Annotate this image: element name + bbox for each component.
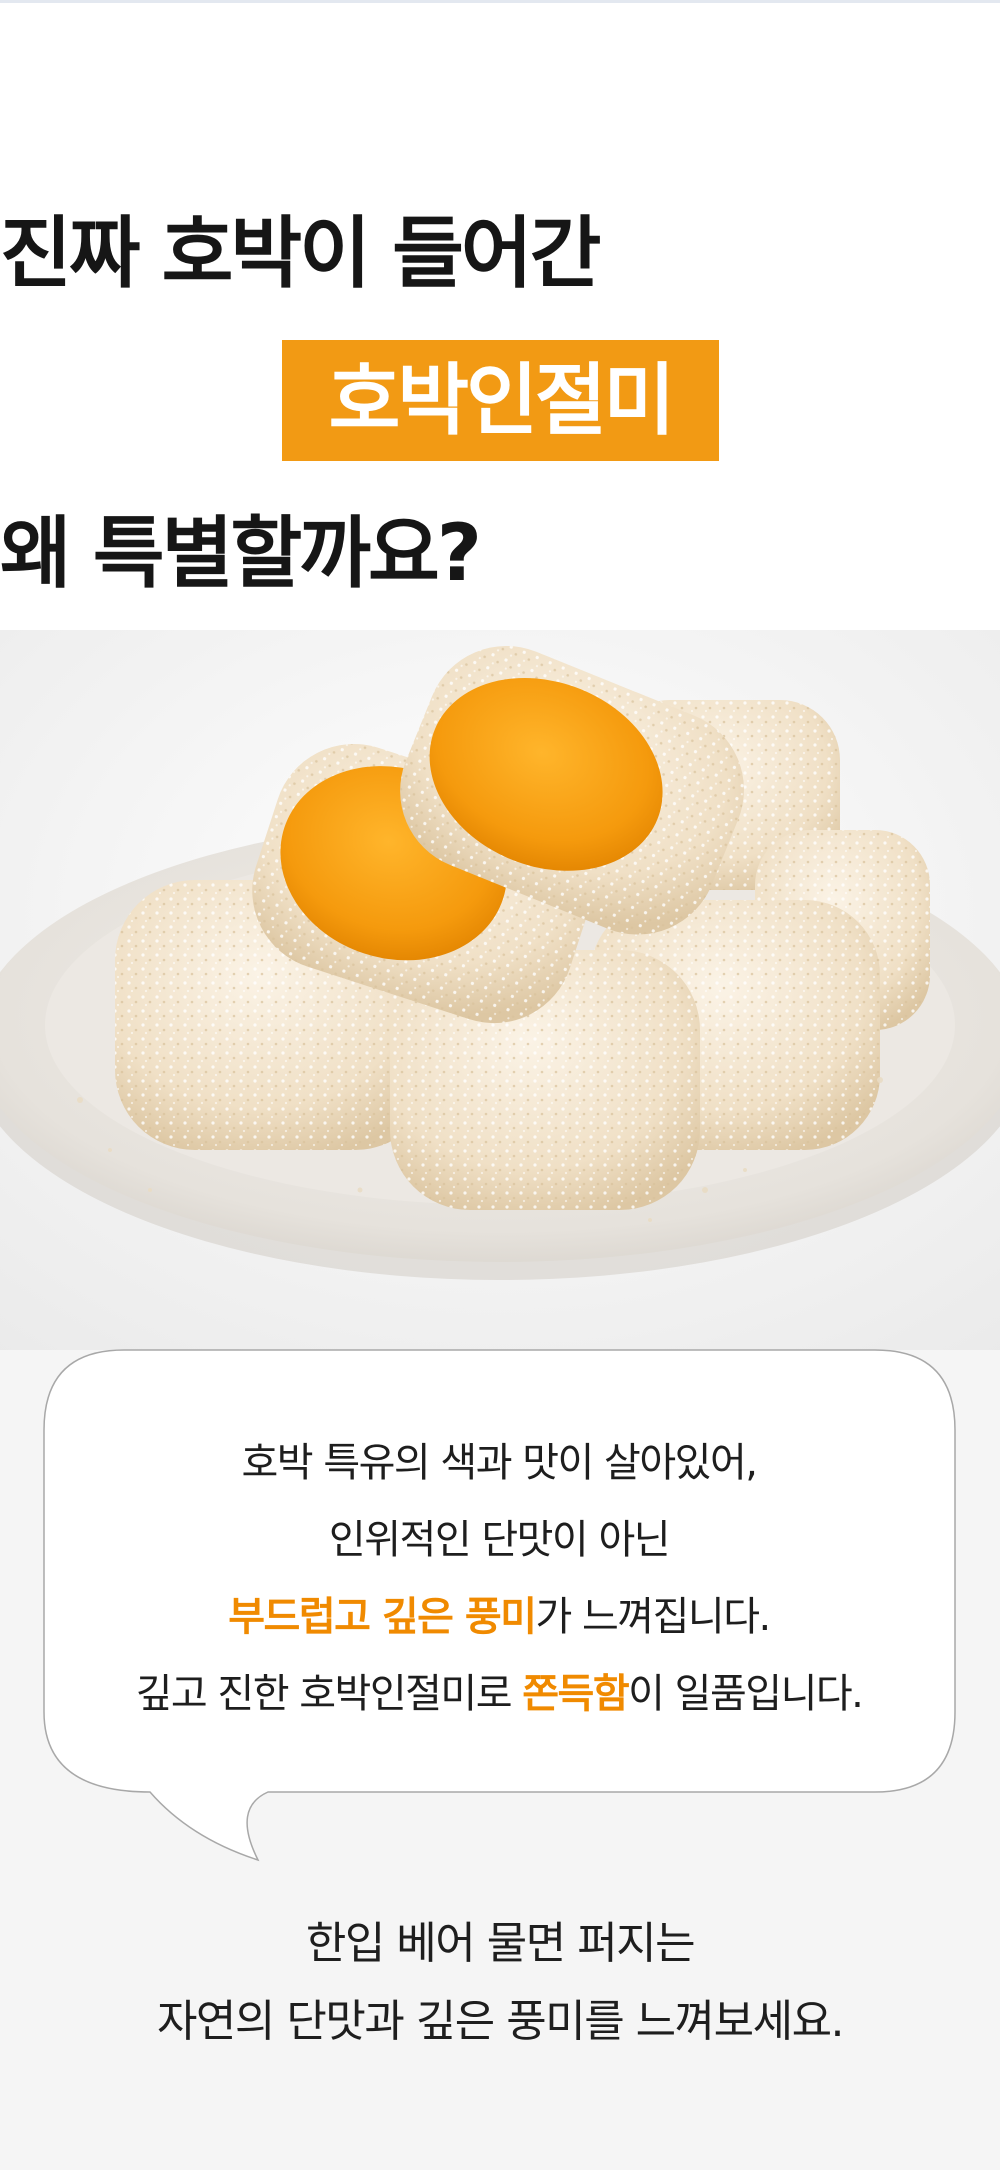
bubble-line-2: 인위적인 단맛이 아닌 [328,1517,671,1563]
closing-text: 한입 베어 물면 퍼지는 자연의 단맛과 깊은 풍미를 느껴보세요. [0,1905,1000,2061]
bubble-line-4: 깊고 진한 호박인절미로 쫀득함이 일품입니다. [44,1656,954,1733]
bubble-highlight-chewy: 쫀득함 [522,1671,629,1717]
bubble-highlight-flavor: 부드럽고 깊은 풍미 [228,1594,537,1640]
bubble-line-3: 부드럽고 깊은 풍미가 느껴집니다. [44,1579,954,1656]
closing-line-1: 한입 베어 물면 퍼지는 [305,1918,696,1969]
bubble-line-1: 호박 특유의 색과 맛이 살아있어, [241,1440,758,1486]
bubble-line-3-rest: 가 느껴집니다. [535,1594,772,1640]
speech-bubble-text: 호박 특유의 색과 맛이 살아있어, 인위적인 단맛이 아닌 부드럽고 깊은 풍… [44,1425,954,1733]
closing-line-2: 자연의 단맛과 깊은 풍미를 느껴보세요. [156,1996,845,2047]
bubble-line-4-start: 깊고 진한 호박인절미로 [135,1671,523,1717]
bubble-line-4-end: 이 일품입니다. [628,1671,864,1717]
